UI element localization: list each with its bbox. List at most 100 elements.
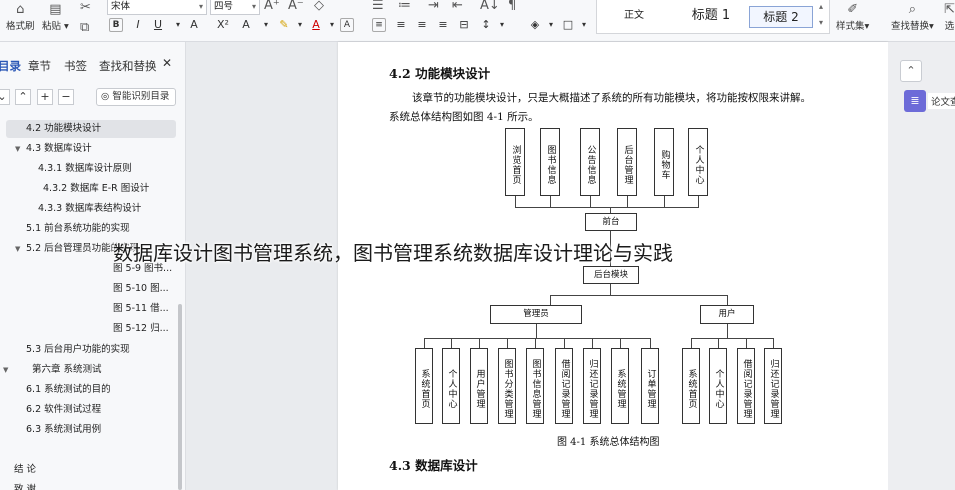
chevron-up-icon[interactable]: ▴ [819,2,823,11]
align-left-button[interactable]: ≡ [372,18,386,32]
show-marks-icon[interactable]: ¶ [508,0,516,14]
diagram-box-front: 前台 [585,213,637,231]
style-normal[interactable]: 正文 [609,6,659,28]
close-icon[interactable]: ✕ [162,56,172,70]
borders-icon[interactable]: □ [560,18,576,32]
collapse-icon[interactable]: ▼ [3,366,8,374]
find-replace-button[interactable]: ⌕ 查找替换▾ [891,2,934,32]
overlay-title: 数据库设计图书管理系统，图书管理系统数据库设计理论与实践 [113,241,673,265]
font-color-icon[interactable]: A [308,18,324,32]
toc-item[interactable]: 6.1 系统测试的目的 [26,381,111,399]
tab-toc[interactable]: 目录 [0,58,21,74]
font-size-select[interactable]: 四号 ▾ [210,0,260,15]
style-set-label: 样式集▾ [836,21,870,32]
diagram-box-user-1: 个人中心 [709,348,727,424]
toc-item[interactable]: 4.3.2 数据库 E-R 图设计 [43,180,149,198]
indent-icon[interactable]: ⇥ [428,0,439,14]
style-set-button[interactable]: ✐ 样式集▾ [836,2,869,32]
copy-icon[interactable]: ⧉ [80,20,89,36]
diagram-box-user-3: 归还记录管理 [764,348,782,424]
toc-item[interactable]: 图 5-10 图... [113,280,169,298]
toc-item[interactable]: 4.3.1 数据库设计原则 [38,160,132,178]
tab-find-replace[interactable]: 查找和替换 [99,58,157,74]
align-right-button[interactable]: ≡ [414,18,430,32]
diagram-box-user-0: 系统首页 [682,348,700,424]
toc-item[interactable]: 5.1 前台系统功能的实现 [26,220,130,238]
smart-toc-button[interactable]: ◎ 智能识别目录 [96,88,176,106]
toc-item[interactable]: 结 论 [14,461,36,479]
nav-scrollbar[interactable] [178,304,182,490]
font-color-options-icon[interactable]: ▾ [324,18,340,32]
highlight-options-icon[interactable]: ▾ [292,18,308,32]
shrink-font-icon[interactable]: A⁻ [288,0,304,14]
toc-item[interactable]: 第六章 系统测试 [32,361,102,379]
diagram-box-admin-6: 归还记录管理 [583,348,601,424]
diagram-box-admin-5: 借阅记录管理 [555,348,573,424]
toc-item[interactable]: 致 谢 [14,481,36,490]
toc-item[interactable]: 4.2 功能模块设计 [6,120,176,138]
style-heading1[interactable]: 标题 1 [679,6,743,28]
italic-button[interactable]: I [130,18,146,32]
tab-sections[interactable]: 章节 [28,58,51,74]
smart-icon: ◎ [101,91,110,102]
underline-button[interactable]: U [150,18,166,32]
collapse-icon[interactable]: ▼ [15,245,20,253]
clear-format-icon[interactable]: ◇ [314,0,324,14]
line-spacing-options-icon[interactable]: ▾ [494,18,510,32]
justify-button[interactable]: ≡ [435,18,451,32]
remove-icon[interactable]: − [58,89,74,105]
toc-item[interactable]: 4.3.3 数据库表结构设计 [38,200,141,218]
document-page[interactable]: 4.2 功能模块设计 该章节的功能模块设计，只是大概描述了系统的所有功能模块，将… [338,42,888,490]
diagram-box-front-4: 购物车 [654,128,674,196]
cut-icon[interactable]: ✂ [80,0,91,16]
underline-options-icon[interactable]: ▾ [170,18,186,32]
diagram-box-backend: 后台模块 [583,266,639,284]
borders-options-icon[interactable]: ▾ [576,18,592,32]
select-button[interactable]: ⇱ 选 [944,2,955,32]
line-spacing-icon[interactable]: ↕ [478,18,494,32]
paper-check-label[interactable]: 论文查 [928,93,955,109]
numbering-icon[interactable]: ≔ [398,0,411,14]
toc-item[interactable]: 图 5-12 归... [113,320,169,338]
format-painter-icon: ⌂ [16,2,25,17]
paste-button[interactable]: ▤ 粘贴 ▾ [42,2,69,32]
collapse-rail-icon[interactable]: ⌃ [900,60,922,82]
grow-font-icon[interactable]: A⁺ [264,0,280,14]
collapse-icon[interactable]: ▼ [15,145,20,153]
shading-icon[interactable]: ◈ [527,18,543,32]
diagram-box-admin-3: 图书分类管理 [498,348,516,424]
add-icon[interactable]: + [37,89,53,105]
style-heading2[interactable]: 标题 2 [749,6,813,28]
toc-item[interactable]: 6.3 系统测试用例 [26,421,101,439]
strikethrough-button[interactable]: A [186,18,202,32]
diagram-box-user-2: 借阅记录管理 [737,348,755,424]
tab-bookmarks[interactable]: 书签 [64,58,87,74]
superscript-button[interactable]: X² [215,18,231,32]
bold-button[interactable]: B [109,18,123,32]
paper-check-icon[interactable]: ≣ [904,90,926,112]
sort-icon[interactable]: A↓ [480,0,500,14]
chevron-down-icon: ▾ [251,2,256,11]
format-painter-button[interactable]: ⌂ 格式刷 [6,2,35,32]
shading-options-icon[interactable]: ▾ [543,18,559,32]
chevron-up-icon[interactable]: ⌃ [15,89,31,105]
toc-item[interactable]: 6.2 软件测试过程 [26,401,101,419]
bullets-icon[interactable]: ☰ [372,0,384,14]
diagram-box-admin-2: 用户管理 [470,348,488,424]
chevron-down-icon[interactable]: ▾ [819,18,823,27]
font-name-select[interactable]: 宋体 ▾ [107,0,207,15]
toc-item[interactable]: 图 5-11 借... [113,300,169,318]
highlight-icon[interactable]: ✎ [276,18,292,32]
diagram-box-front-2: 公告信息 [580,128,600,196]
char-border-button[interactable]: A [340,18,354,32]
toc-item[interactable]: 5.3 后台用户功能的实现 [26,341,130,359]
diagram-box-front-1: 图书信息 [540,128,560,196]
outdent-icon[interactable]: ⇤ [452,0,463,14]
chevron-down-icon[interactable]: ⌄ [0,89,10,105]
font-effect-icon[interactable]: A [238,18,254,32]
toc-item[interactable]: 4.3 数据库设计 [26,140,92,158]
distribute-button[interactable]: ⊟ [456,18,472,32]
chevron-down-icon: ▾ [198,2,203,11]
align-center-button[interactable]: ≡ [393,18,409,32]
effect-options-icon[interactable]: ▾ [258,18,274,32]
